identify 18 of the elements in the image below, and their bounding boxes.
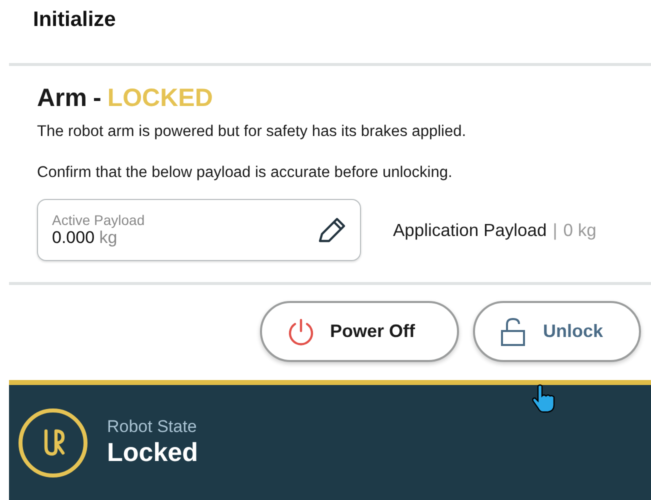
payload-label: Application Payload: [393, 220, 547, 240]
state-value: Locked: [107, 437, 198, 468]
state-label: Robot State: [107, 417, 198, 437]
status-text: LOCKED: [107, 84, 213, 113]
pencil-icon[interactable]: [316, 216, 348, 244]
title-separator: -: [93, 84, 102, 113]
payload-field[interactable]: Active Payload 0.000 kg: [37, 199, 361, 261]
payload-value: 0 kg: [563, 220, 596, 240]
power-icon: [286, 316, 316, 346]
section-title: Arm: [37, 84, 88, 113]
hand-cursor-icon: [531, 384, 557, 414]
page-title: Initialize: [33, 8, 116, 32]
unlock-button[interactable]: Unlock: [473, 301, 641, 362]
message-text: Confirm that the below payload is accurate before unlocking.: [37, 164, 454, 182]
separator-text: |: [552, 220, 558, 240]
power-off-button[interactable]: Power Off: [260, 301, 459, 362]
logo-icon: [17, 406, 89, 478]
message-text: The robot arm is powered but for safety has its brakes applied.: [37, 123, 468, 141]
